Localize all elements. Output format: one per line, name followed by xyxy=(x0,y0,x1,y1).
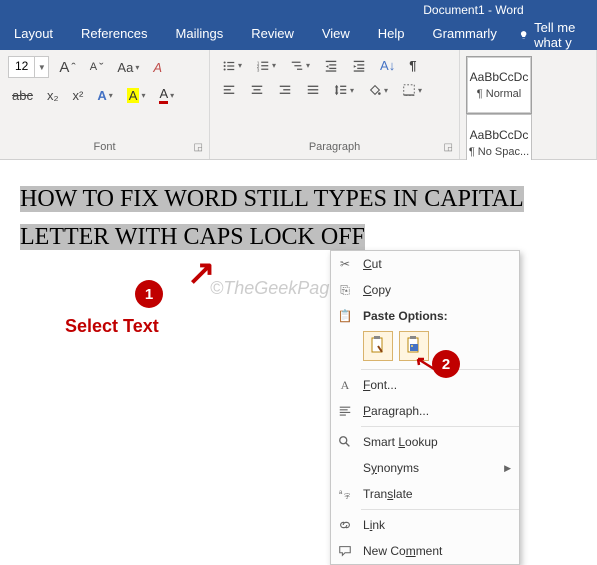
line-spacing-icon xyxy=(334,83,348,97)
increase-indent-button[interactable] xyxy=(348,57,370,75)
tell-me-search[interactable]: Tell me what y xyxy=(511,20,597,50)
chevron-right-icon: ▶ xyxy=(504,463,511,474)
tab-review[interactable]: Review xyxy=(237,20,308,50)
superscript-button[interactable]: x² xyxy=(69,86,88,105)
bullets-button[interactable]: ▾ xyxy=(218,57,246,75)
font-group-label: Font ◲ xyxy=(8,137,201,157)
paragraph-group: ▾ 123▾ ▾ A↓ ¶ ▾ ▾ ▾ Paragraph ◲ xyxy=(210,50,460,159)
menu-paste-options-heading: 📋 Paste Options: xyxy=(331,303,519,329)
scissors-icon: ✂ xyxy=(335,257,355,271)
annotation-arrow: ↗ xyxy=(187,256,216,290)
title-bar: Document1 - Word xyxy=(0,0,597,20)
paragraph-lines-icon xyxy=(335,404,355,418)
align-center-icon xyxy=(250,83,264,97)
decrease-font-button[interactable]: Aˇ xyxy=(86,58,108,77)
borders-icon xyxy=(402,83,416,97)
tab-help[interactable]: Help xyxy=(364,20,419,50)
outdent-icon xyxy=(324,59,338,73)
context-menu: ✂ Cut ⎘ Copy 📋 Paste Options: A Font... … xyxy=(330,250,520,565)
font-size-selector[interactable]: 12 ▼ xyxy=(8,56,49,78)
svg-text:a: a xyxy=(339,489,343,496)
lightbulb-icon xyxy=(519,28,528,42)
borders-button[interactable]: ▾ xyxy=(398,81,426,99)
menu-copy[interactable]: ⎘ Copy xyxy=(331,277,519,303)
increase-font-button[interactable]: Aˆ xyxy=(55,57,79,78)
indent-icon xyxy=(352,59,366,73)
copy-icon: ⎘ xyxy=(335,283,355,298)
menu-new-comment[interactable]: New Comment xyxy=(331,538,519,564)
annotation-step1-circle: 1 xyxy=(135,280,163,308)
text-effects-button[interactable]: A▾ xyxy=(93,86,116,105)
highlight-button[interactable]: A▾ xyxy=(123,86,150,105)
dialog-launcher-icon[interactable]: ◲ xyxy=(194,142,203,153)
svg-text:字: 字 xyxy=(344,492,350,500)
menu-translate[interactable]: a字 Translate xyxy=(331,481,519,507)
paste-keep-formatting[interactable] xyxy=(363,331,393,361)
paragraph-group-label: Paragraph ◲ xyxy=(218,137,451,157)
menu-synonyms[interactable]: Synonyms ▶ xyxy=(331,455,519,481)
show-marks-button[interactable]: ¶ xyxy=(405,56,420,75)
link-icon xyxy=(335,518,355,532)
clipboard-picture-icon xyxy=(405,336,423,356)
decrease-indent-button[interactable] xyxy=(320,57,342,75)
menu-separator xyxy=(361,509,519,510)
tab-mailings[interactable]: Mailings xyxy=(162,20,238,50)
menu-cut[interactable]: ✂ Cut xyxy=(331,251,519,277)
sort-button[interactable]: A↓ xyxy=(376,56,399,75)
font-a-icon: A xyxy=(335,378,355,393)
dialog-launcher-icon[interactable]: ◲ xyxy=(444,142,453,153)
menu-link[interactable]: Link xyxy=(331,512,519,538)
chevron-down-icon: ▼ xyxy=(34,57,48,77)
numbering-icon: 123 xyxy=(256,59,270,73)
selected-text[interactable]: HOW TO FIX WORD STILL TYPES IN CAPITAL L… xyxy=(20,186,524,250)
tab-layout[interactable]: Layout xyxy=(0,20,67,50)
svg-text:3: 3 xyxy=(257,67,260,72)
subscript-button[interactable]: x₂ xyxy=(43,86,63,105)
justify-button[interactable] xyxy=(302,81,324,99)
align-left-icon xyxy=(222,83,236,97)
tab-grammarly[interactable]: Grammarly xyxy=(419,20,511,50)
arrow-ne-icon: ↗ xyxy=(187,254,216,292)
search-icon xyxy=(335,435,355,449)
align-left-button[interactable] xyxy=(218,81,240,99)
align-right-icon xyxy=(278,83,292,97)
shading-button[interactable]: ▾ xyxy=(364,81,392,99)
multilevel-list-button[interactable]: ▾ xyxy=(286,57,314,75)
annotation-step1-label: Select Text xyxy=(65,316,159,337)
numbering-button[interactable]: 123▾ xyxy=(252,57,280,75)
align-center-button[interactable] xyxy=(246,81,268,99)
tab-view[interactable]: View xyxy=(308,20,364,50)
tell-me-label: Tell me what y xyxy=(534,20,589,50)
change-case-button[interactable]: Aa▾ xyxy=(113,58,143,77)
paint-bucket-icon xyxy=(368,83,382,97)
comment-icon xyxy=(335,544,355,558)
clipboard-icon: 📋 xyxy=(335,309,355,323)
strikethrough-button[interactable]: abc xyxy=(8,86,37,105)
menu-smart-lookup[interactable]: Smart Lookup xyxy=(331,429,519,455)
bullets-icon xyxy=(222,59,236,73)
font-color-button[interactable]: A▾ xyxy=(155,84,178,106)
line-spacing-button[interactable]: ▾ xyxy=(330,81,358,99)
clipboard-paintbrush-icon xyxy=(369,336,387,356)
font-size-value: 12 xyxy=(9,57,34,77)
menu-paragraph[interactable]: Paragraph... xyxy=(331,398,519,424)
justify-icon xyxy=(306,83,320,97)
translate-icon: a字 xyxy=(335,487,355,501)
clear-formatting-button[interactable]: A xyxy=(149,58,166,77)
styles-group: AaBbCcDc ¶ Normal AaBbCcDc ¶ No Spac... xyxy=(460,50,597,159)
tab-references[interactable]: References xyxy=(67,20,161,50)
font-group: 12 ▼ Aˆ Aˇ Aa▾ A abc x₂ x² A▾ A▾ A▾ Font… xyxy=(0,50,210,159)
ribbon: 12 ▼ Aˆ Aˇ Aa▾ A abc x₂ x² A▾ A▾ A▾ Font… xyxy=(0,50,597,160)
ribbon-tabs: Layout References Mailings Review View H… xyxy=(0,20,597,50)
align-right-button[interactable] xyxy=(274,81,296,99)
menu-separator xyxy=(361,426,519,427)
annotation-arrow-2 xyxy=(414,355,438,375)
menu-font[interactable]: A Font... xyxy=(331,372,519,398)
style-normal[interactable]: AaBbCcDc ¶ Normal xyxy=(466,56,532,114)
document-title: Document1 - Word xyxy=(423,3,523,17)
multilevel-icon xyxy=(290,59,304,73)
